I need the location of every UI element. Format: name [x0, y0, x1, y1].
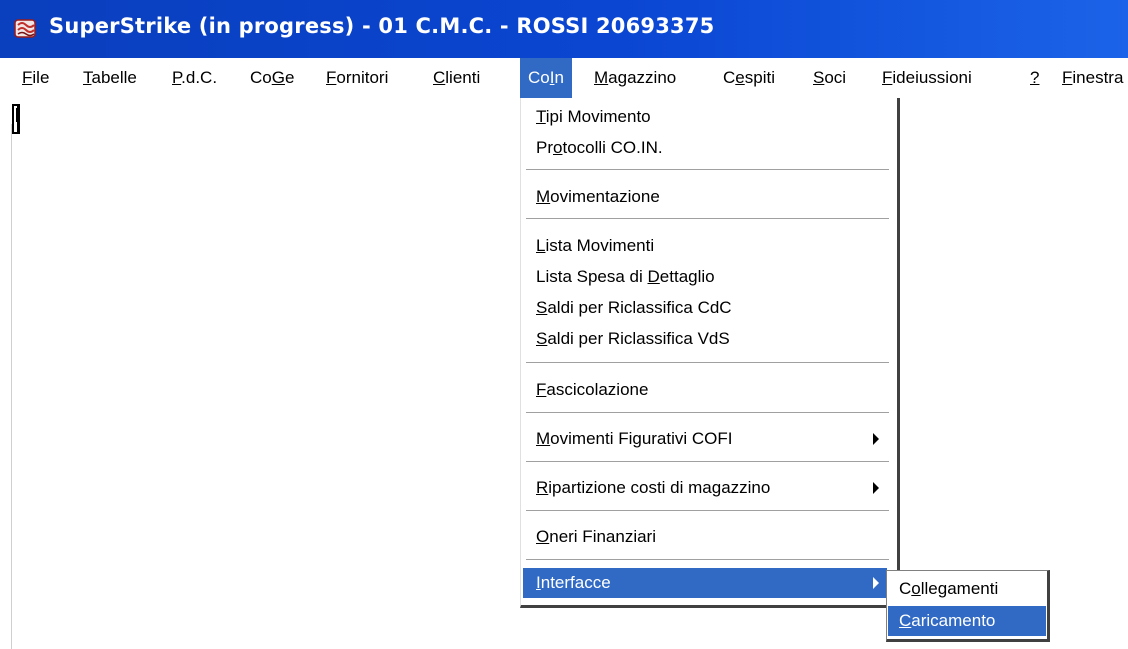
app-logo-icon	[14, 19, 36, 38]
menu-fideiussioni[interactable]: Fideiussioni	[874, 58, 980, 98]
menu-soci[interactable]: Soci	[805, 58, 854, 98]
menu-item-interfacce[interactable]: Interfacce	[523, 568, 887, 598]
menu-separator	[526, 169, 889, 171]
menu-clienti[interactable]: Clienti	[425, 58, 488, 98]
menu-item-lista-movimenti[interactable]: Lista Movimenti	[523, 231, 887, 261]
text-caret	[12, 104, 20, 134]
menu-item-oneri-finanziari[interactable]: Oneri Finanziari	[523, 522, 887, 552]
menu-help[interactable]: ?	[1022, 58, 1047, 98]
coin-dropdown-menu: Tipi Movimento Protocolli CO.IN. Movimen…	[520, 98, 900, 608]
menu-separator	[526, 412, 889, 414]
menu-separator	[526, 218, 889, 220]
menu-item-movimentazione[interactable]: Movimentazione	[523, 182, 887, 212]
menu-item-lista-spesa[interactable]: Lista Spesa di Dettaglio	[523, 262, 887, 292]
menu-item-ripartizione[interactable]: Ripartizione costi di magazzino	[523, 473, 887, 503]
menu-item-movimenti-figurativi[interactable]: Movimenti Figurativi COFI	[523, 424, 887, 454]
window-title: SuperStrike (in progress) - 01 C.M.C. - …	[49, 14, 715, 38]
menu-cespiti[interactable]: Cespiti	[715, 58, 783, 98]
menu-item-tipi-movimento[interactable]: Tipi Movimento	[523, 102, 887, 132]
submenu-arrow-icon	[873, 433, 879, 445]
menu-bar: File Tabelle P.d.C. CoGe Fornitori Clien…	[0, 58, 1128, 98]
menu-item-caricamento[interactable]: Caricamento	[888, 606, 1046, 636]
menu-finestra[interactable]: Finestra	[1054, 58, 1128, 98]
menu-tabelle[interactable]: Tabelle	[75, 58, 145, 98]
menu-pdc[interactable]: P.d.C.	[164, 58, 225, 98]
menu-separator	[526, 510, 889, 512]
menu-item-fascicolazione[interactable]: Fascicolazione	[523, 375, 887, 405]
menu-item-saldi-cdc[interactable]: Saldi per Riclassifica CdC	[523, 293, 887, 323]
menu-item-protocolli[interactable]: Protocolli CO.IN.	[523, 133, 887, 163]
menu-fornitori[interactable]: Fornitori	[318, 58, 396, 98]
menu-separator	[526, 461, 889, 463]
menu-item-collegamenti[interactable]: Collegamenti	[888, 574, 1046, 604]
workspace-edge	[11, 124, 12, 649]
title-bar: SuperStrike (in progress) - 01 C.M.C. - …	[0, 0, 1128, 58]
menu-coin[interactable]: CoIn	[520, 58, 572, 98]
interfacce-submenu: Collegamenti Caricamento	[886, 570, 1050, 642]
menu-separator	[526, 362, 889, 364]
menu-separator	[526, 559, 889, 561]
menu-item-saldi-vds[interactable]: Saldi per Riclassifica VdS	[523, 324, 887, 354]
menu-coge[interactable]: CoGe	[242, 58, 302, 98]
submenu-arrow-icon	[873, 482, 879, 494]
submenu-arrow-icon	[873, 577, 879, 589]
menu-magazzino[interactable]: Magazzino	[586, 58, 684, 98]
menu-file[interactable]: File	[14, 58, 57, 98]
